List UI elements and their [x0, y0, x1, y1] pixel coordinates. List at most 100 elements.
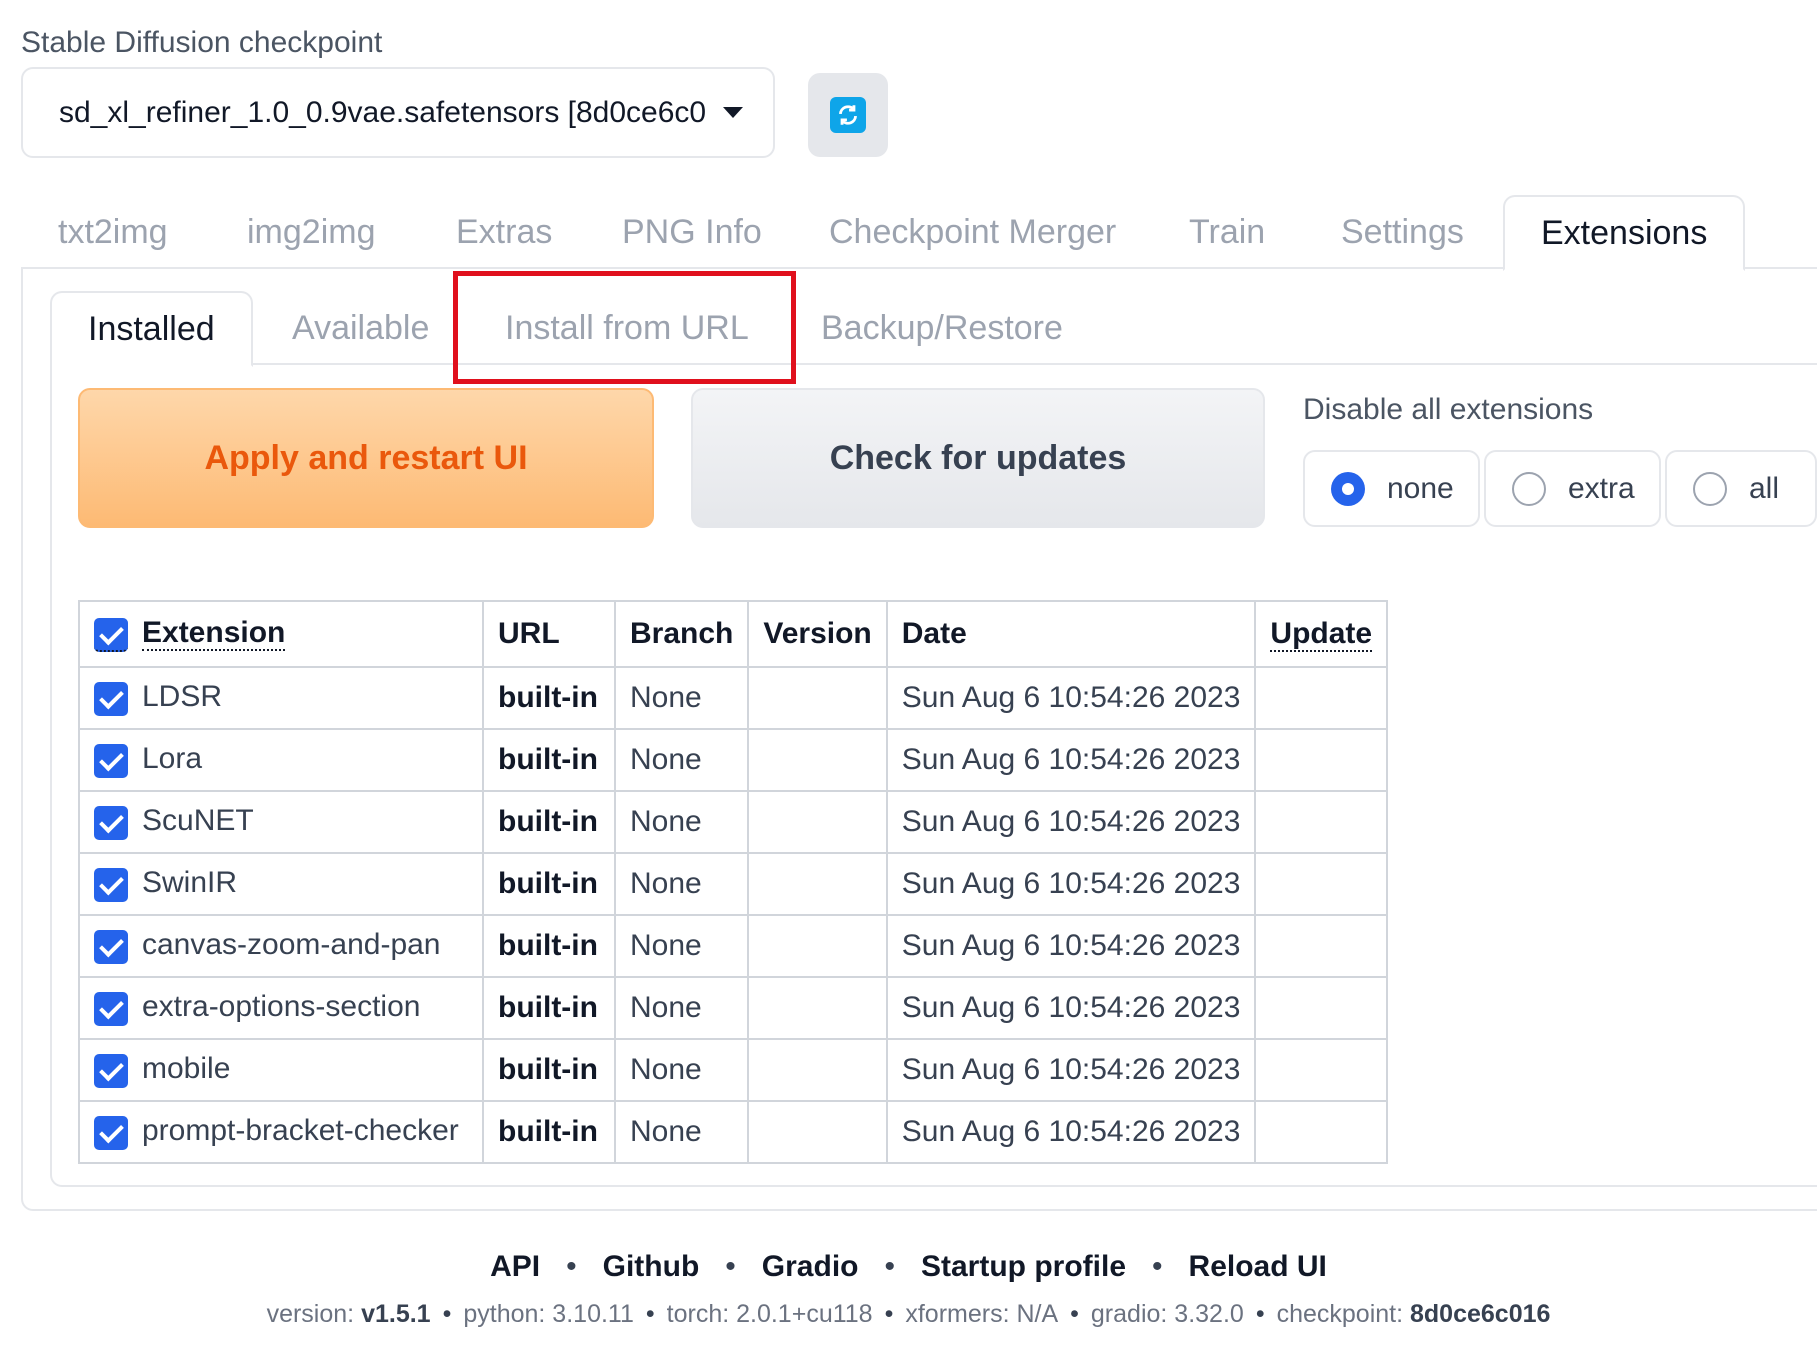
url-cell: built-in	[482, 914, 616, 978]
table-row: LDSR built-in None Sun Aug 6 10:54:26 2023	[78, 666, 1389, 730]
checkpoint-value: sd_xl_refiner_1.0_0.9vae.safetensors [8d…	[59, 95, 707, 129]
extension-name: Lora	[142, 742, 203, 776]
branch-cell: None	[613, 852, 750, 916]
url-cell: built-in	[482, 1100, 616, 1164]
version-cell	[747, 852, 888, 916]
branch-cell: None	[613, 976, 750, 1040]
extension-checkbox[interactable]	[94, 1115, 128, 1150]
extension-name: LDSR	[142, 680, 223, 714]
extension-cell: LDSR	[78, 666, 484, 730]
header-update[interactable]: Update	[1254, 600, 1389, 668]
table-row: SwinIR built-in None Sun Aug 6 10:54:26 202…	[78, 852, 1389, 916]
extension-checkbox[interactable]	[94, 929, 128, 964]
version-label: version:	[266, 1300, 355, 1328]
main-tabs: txt2img img2img Extras PNG Info Checkpoi…	[21, 195, 1817, 271]
extension-cell: ScuNET	[78, 790, 484, 854]
radio-extra-label: extra	[1568, 471, 1635, 505]
tab-extensions[interactable]: Extensions	[1503, 195, 1746, 271]
extension-cell: Lora	[78, 728, 484, 792]
date-cell: Sun Aug 6 10:54:26 2023	[885, 1038, 1257, 1102]
tab-extras[interactable]: Extras	[456, 195, 552, 269]
checkpoint-label: Stable Diffusion checkpoint	[21, 26, 383, 59]
torch-version: torch: 2.0.1+cu118	[666, 1300, 873, 1328]
extension-checkbox[interactable]	[94, 805, 128, 840]
tab-txt2img[interactable]: txt2img	[58, 195, 168, 269]
checkpoint-dropdown[interactable]: sd_xl_refiner_1.0_0.9vae.safetensors [8d…	[21, 67, 775, 158]
chevron-down-icon	[723, 107, 743, 118]
version-cell	[747, 1100, 888, 1164]
apply-restart-button[interactable]: Apply and restart UI	[78, 388, 654, 528]
branch-cell: None	[613, 914, 750, 978]
update-cell	[1254, 914, 1389, 978]
extension-checkbox[interactable]	[94, 991, 128, 1026]
tab-png-info[interactable]: PNG Info	[622, 195, 762, 269]
radio-extra[interactable]: extra	[1484, 450, 1661, 527]
table-row: prompt-bracket-checker built-in None Sun Au…	[78, 1100, 1389, 1164]
footer-link-gradio[interactable]: Gradio	[762, 1250, 859, 1284]
extension-cell: canvas-zoom-and-pan	[78, 914, 484, 978]
xformers-version: xformers: N/A	[905, 1300, 1059, 1328]
url-cell: built-in	[482, 666, 616, 730]
update-cell	[1254, 1100, 1389, 1164]
select-all-checkbox[interactable]	[94, 617, 128, 652]
version-cell	[747, 1038, 888, 1102]
version-cell	[747, 790, 888, 854]
update-cell	[1254, 976, 1389, 1040]
tab-settings[interactable]: Settings	[1341, 195, 1464, 269]
tab-backup-restore[interactable]: Backup/Restore	[821, 291, 1063, 365]
url-cell: built-in	[482, 976, 616, 1040]
header-extension[interactable]: Extension	[78, 600, 484, 668]
table-row: extra-options-section built-in None Sun Aug…	[78, 976, 1389, 1040]
extension-checkbox[interactable]	[94, 1053, 128, 1088]
checkpoint-hash: 8d0ce6c016	[1410, 1300, 1551, 1328]
extension-cell: SwinIR	[78, 852, 484, 916]
branch-cell: None	[613, 728, 750, 792]
refresh-icon	[830, 97, 866, 133]
version-value: v1.5.1	[361, 1300, 431, 1328]
branch-cell: None	[613, 1100, 750, 1164]
tab-img2img[interactable]: img2img	[247, 195, 375, 269]
version-cell	[747, 914, 888, 978]
date-cell: Sun Aug 6 10:54:26 2023	[885, 852, 1257, 916]
refresh-checkpoint-button[interactable]	[808, 73, 888, 157]
tab-train[interactable]: Train	[1189, 195, 1265, 269]
update-cell	[1254, 666, 1389, 730]
header-url: URL	[482, 600, 616, 668]
tab-available[interactable]: Available	[292, 291, 429, 365]
update-cell	[1254, 1038, 1389, 1102]
checkpoint-info-label: checkpoint:	[1276, 1300, 1404, 1328]
footer-link-reload-ui[interactable]: Reload UI	[1189, 1250, 1327, 1284]
table-row: Lora built-in None Sun Aug 6 10:54:26 2023	[78, 728, 1389, 792]
tab-checkpoint-merger[interactable]: Checkpoint Merger	[829, 195, 1116, 269]
date-cell: Sun Aug 6 10:54:26 2023	[885, 728, 1257, 792]
radio-none[interactable]: none	[1303, 450, 1480, 527]
radio-all[interactable]: all	[1665, 450, 1817, 527]
check-updates-button[interactable]: Check for updates	[691, 388, 1265, 528]
radio-none-label: none	[1387, 471, 1454, 505]
version-cell	[747, 666, 888, 730]
version-cell	[747, 728, 888, 792]
extensions-table: Extension URL Branch Version Date Update…	[78, 600, 1389, 1164]
disable-extensions-label: Disable all extensions	[1303, 393, 1594, 426]
url-cell: built-in	[482, 1038, 616, 1102]
extension-checkbox[interactable]	[94, 743, 128, 778]
tab-installed[interactable]: Installed	[50, 291, 253, 367]
footer-link-startup-profile[interactable]: Startup profile	[921, 1250, 1126, 1284]
radio-unchecked-icon	[1512, 471, 1546, 506]
date-cell: Sun Aug 6 10:54:26 2023	[885, 790, 1257, 854]
extension-name: prompt-bracket-checker	[142, 1114, 459, 1148]
header-branch: Branch	[613, 600, 750, 668]
branch-cell: None	[613, 666, 750, 730]
footer-link-api[interactable]: API	[490, 1250, 540, 1284]
radio-unchecked-icon	[1693, 471, 1727, 506]
footer-links: API • Github • Gradio • Startup profile …	[490, 1250, 1327, 1284]
header-date: Date	[885, 600, 1257, 668]
extension-checkbox[interactable]	[94, 681, 128, 716]
date-cell: Sun Aug 6 10:54:26 2023	[885, 666, 1257, 730]
extension-checkbox[interactable]	[94, 867, 128, 902]
sub-tabs: Installed Available Install from URL Bac…	[50, 291, 1817, 367]
extension-name: mobile	[142, 1052, 231, 1086]
footer-link-github[interactable]: Github	[603, 1250, 700, 1284]
date-cell: Sun Aug 6 10:54:26 2023	[885, 914, 1257, 978]
date-cell: Sun Aug 6 10:54:26 2023	[885, 1100, 1257, 1164]
